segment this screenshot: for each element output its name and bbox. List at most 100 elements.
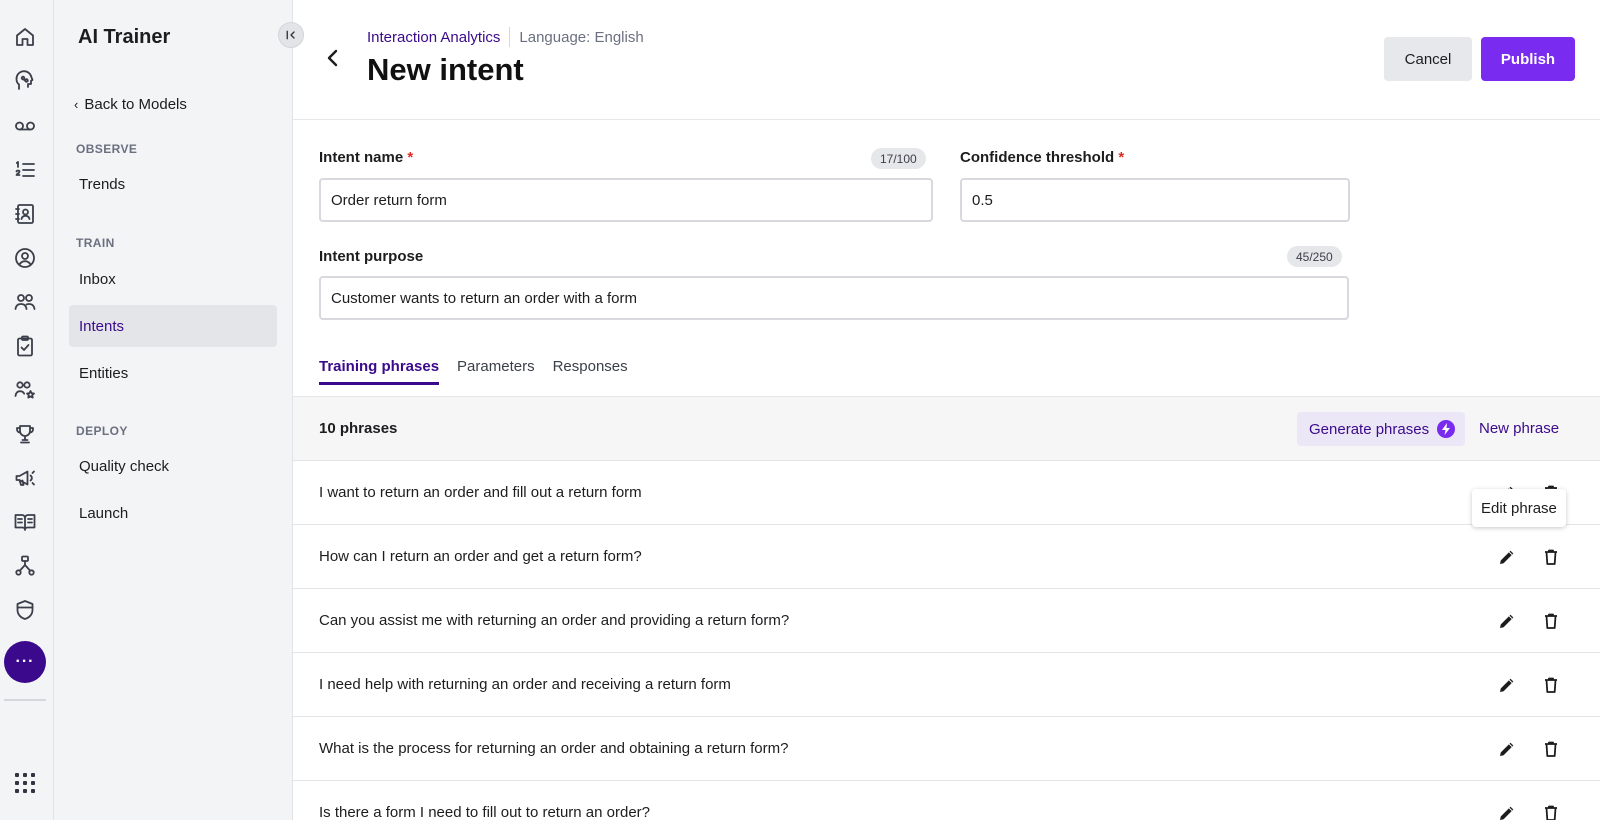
more-apps-button[interactable]: ··· [4,641,46,683]
tab-training-phrases[interactable]: Training phrases [319,358,440,385]
phrase-count: 10 phrases [319,420,398,437]
language-label: Language: English [519,28,644,46]
edit-phrase-button[interactable] [1495,801,1519,820]
intent-tabs: Training phrases Parameters Responses [319,358,628,385]
lightning-icon [1437,420,1456,438]
shield-icon[interactable] [11,596,39,624]
pencil-icon [1500,806,1514,820]
arrow-left-icon [327,49,338,67]
trash-icon [1545,677,1557,693]
generate-phrases-button[interactable]: Generate phrases [1297,412,1466,446]
phrase-text: I want to return an order and fill out a… [319,484,642,501]
trash-icon [1545,741,1557,757]
delete-phrase-button[interactable] [1539,673,1563,697]
cancel-button[interactable]: Cancel [1384,37,1472,81]
nav-item-entities[interactable]: Entities [69,352,277,394]
voicemail-icon[interactable] [11,112,39,140]
required-marker: * [407,149,414,166]
nav-item-label: Quality check [79,457,170,475]
intent-name-label: Intent name * [319,149,413,166]
nav-item-trends[interactable]: Trends [69,163,277,205]
edit-phrase-button[interactable] [1495,545,1519,569]
confidence-threshold-label: Confidence threshold * [960,149,1124,166]
nav-section-observe: OBSERVE [76,142,138,156]
intent-name-counter: 17/100 [871,148,926,169]
collapse-left-icon [286,30,295,40]
page-header: Interaction Analytics Language: English … [293,0,1600,120]
phrases-toolbar: 10 phrases Generate phrases New phrase [293,397,1600,461]
trash-icon [1545,549,1557,565]
nav-item-quality-check[interactable]: Quality check [69,445,277,487]
side-navigation: AI Trainer ‹ Back to Models OBSERVE Trend… [54,0,304,820]
team-icon[interactable] [11,288,39,316]
nav-item-label: Entities [79,364,129,382]
nav-item-intents[interactable]: Intents [69,305,277,347]
nav-item-label: Launch [79,504,129,522]
nav-section-deploy: DEPLOY [76,424,128,438]
confidence-threshold-input[interactable]: 0.5 [960,178,1350,222]
home-icon[interactable] [11,23,39,51]
intent-purpose-counter: 45/250 [1287,246,1342,267]
phrase-row: Can you assist me with returning an orde… [293,589,1600,653]
app-title: AI Trainer [78,26,171,48]
nav-section-train: TRAIN [76,236,115,250]
rail-divider [4,699,46,701]
phrase-row: What is the process for returning an ord… [293,717,1600,781]
edit-phrase-button[interactable] [1495,609,1519,633]
pencil-icon [1500,742,1514,756]
intent-purpose-input[interactable]: Customer wants to return an order with a… [319,276,1349,320]
nav-item-inbox[interactable]: Inbox [69,258,277,300]
back-to-models-label: Back to Models [84,96,187,113]
tab-parameters[interactable]: Parameters [457,358,535,385]
app-grid-icon[interactable] [15,773,35,793]
back-to-models-link[interactable]: ‹ Back to Models [74,96,187,113]
back-button[interactable] [321,44,345,72]
phrase-text: I need help with returning an order and … [319,676,731,693]
delete-phrase-button[interactable] [1539,609,1563,633]
page-title: New intent [367,52,524,87]
phrase-row: I want to return an order and fill out a… [293,461,1600,525]
publish-button[interactable]: Publish [1481,37,1575,81]
nav-item-label: Inbox [79,270,116,288]
icon-rail: ··· [0,0,54,820]
required-marker: * [1118,149,1125,166]
pencil-icon [1500,550,1514,564]
collapse-sidebar-button[interactable] [278,22,304,48]
phrase-text: Can you assist me with returning an orde… [319,612,790,629]
intent-purpose-label: Intent purpose [319,248,424,265]
workflow-icon[interactable] [11,552,39,580]
phrase-text: How can I return an order and get a retu… [319,548,642,565]
delete-phrase-button[interactable] [1539,737,1563,761]
intent-name-label-text: Intent name [319,149,404,166]
list-numbered-icon[interactable] [11,156,39,184]
nav-item-launch[interactable]: Launch [69,492,277,534]
clipboard-check-icon[interactable] [11,332,39,360]
phrase-text: Is there a form I need to fill out to re… [319,804,651,820]
trash-icon [1545,805,1557,820]
book-open-icon[interactable] [11,508,39,536]
people-star-icon[interactable] [11,376,39,404]
phrase-row: Is there a form I need to fill out to re… [293,781,1600,820]
nav-item-label: Intents [79,317,125,335]
edit-phrase-button[interactable] [1495,673,1519,697]
delete-phrase-button[interactable] [1539,545,1563,569]
breadcrumb: Interaction Analytics Language: English [367,27,644,47]
phrase-text: What is the process for returning an ord… [319,740,789,757]
pencil-icon [1500,614,1514,628]
intent-name-input[interactable]: Order return form [319,178,933,222]
phrase-row: How can I return an order and get a retu… [293,525,1600,589]
agent-icon[interactable] [11,244,39,272]
generate-phrases-label: Generate phrases [1309,420,1430,438]
breadcrumb-interaction-analytics[interactable]: Interaction Analytics [367,29,500,46]
edit-phrase-tooltip: Edit phrase [1472,489,1566,527]
delete-phrase-button[interactable] [1539,801,1563,820]
contacts-book-icon[interactable] [11,200,39,228]
trophy-icon[interactable] [11,420,39,448]
new-phrase-button[interactable]: New phrase [1479,420,1559,437]
edit-phrase-button[interactable] [1495,737,1519,761]
tab-responses[interactable]: Responses [553,358,628,385]
megaphone-icon[interactable] [11,464,39,492]
phrase-row: I need help with returning an order and … [293,653,1600,717]
ai-head-icon[interactable] [11,67,39,95]
breadcrumb-divider [509,27,511,47]
